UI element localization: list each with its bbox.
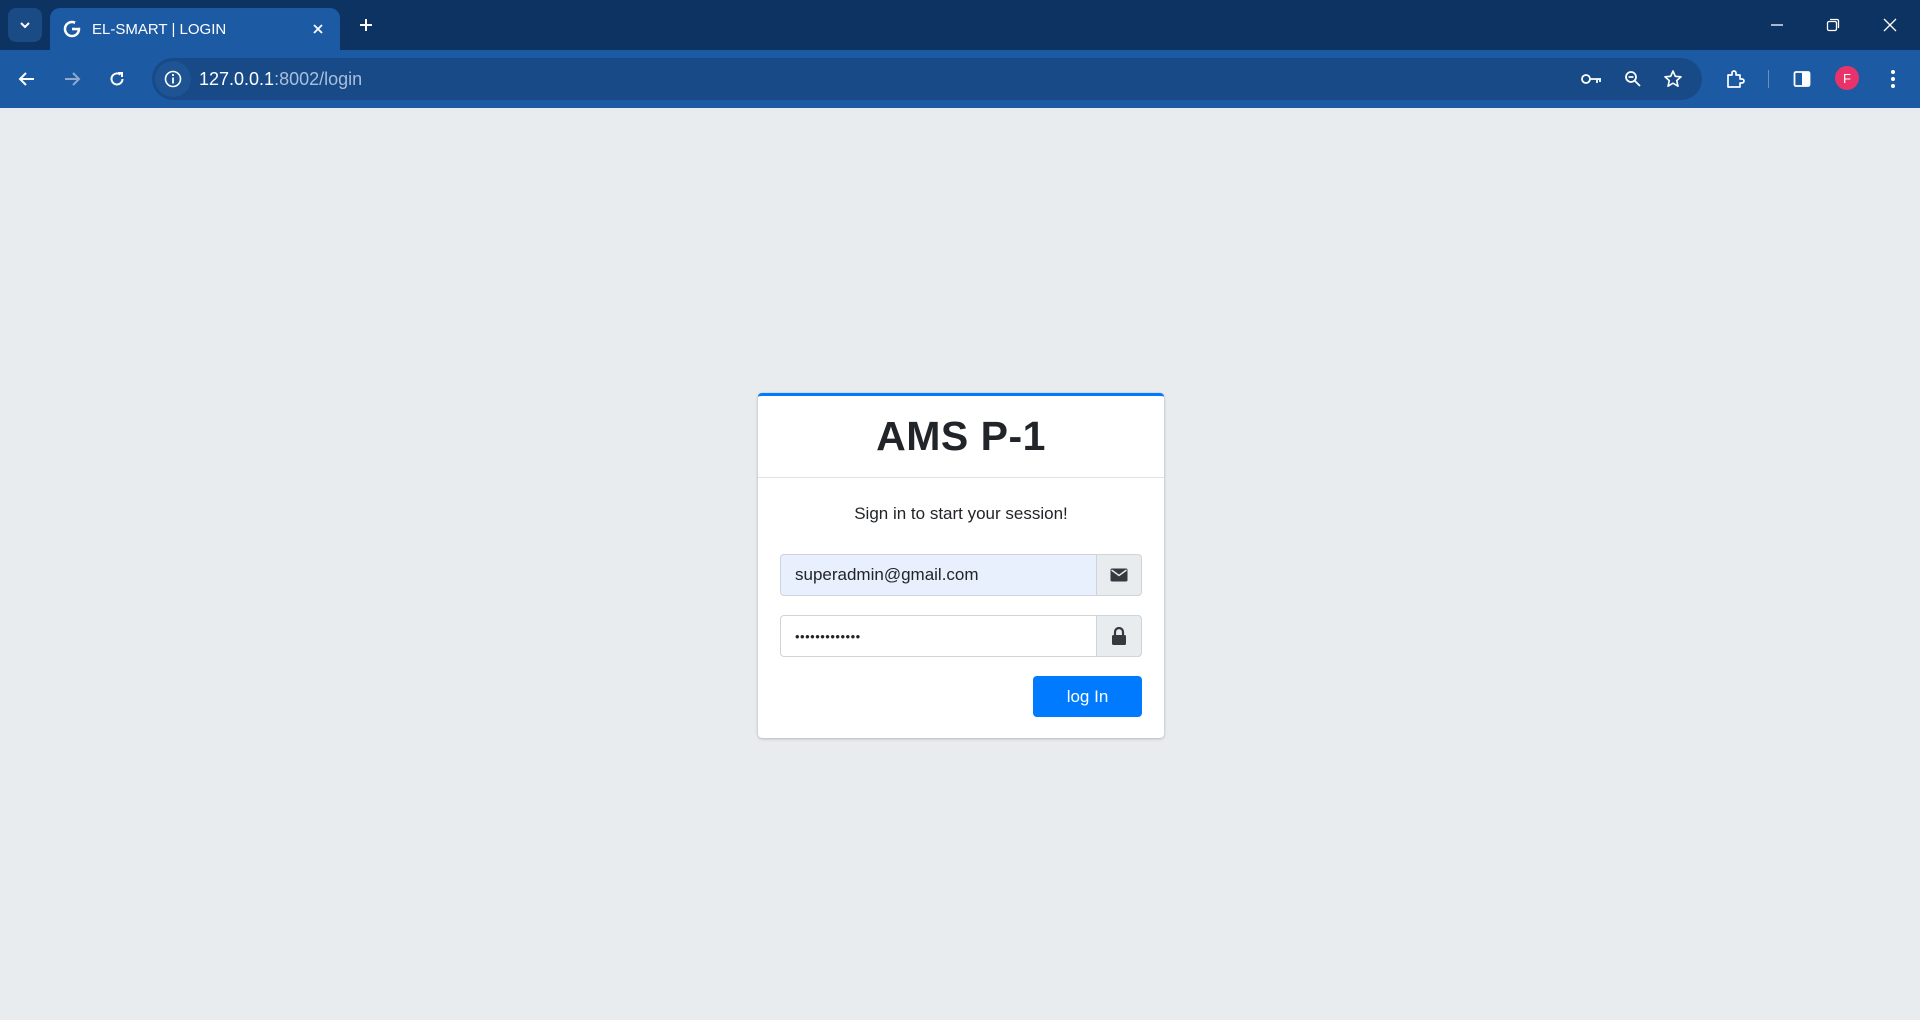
url-text[interactable]: 127.0.0.1:8002/login	[199, 69, 362, 90]
reload-icon	[110, 72, 124, 86]
browser-toolbar: 127.0.0.1:8002/login	[0, 50, 1920, 108]
extensions-button[interactable]	[1718, 62, 1752, 96]
minimize-button[interactable]	[1762, 10, 1792, 40]
back-button[interactable]	[10, 62, 44, 96]
minimize-icon	[1771, 24, 1783, 26]
password-input-group: •••••••••••••	[780, 615, 1142, 657]
more-vertical-icon	[1891, 70, 1895, 88]
email-input-group: superadmin@gmail.com	[780, 554, 1142, 596]
tab-title: EL-SMART | LOGIN	[92, 20, 227, 38]
browser-tab[interactable]: EL-SMART | LOGIN	[50, 8, 340, 50]
url-host: 127.0.0.1	[199, 68, 275, 89]
lock-icon	[1112, 627, 1126, 645]
puzzle-icon	[1727, 70, 1745, 88]
profile-avatar[interactable]: F	[1835, 66, 1859, 90]
zoom-icon[interactable]	[1616, 62, 1650, 96]
login-card: AMS P-1 Sign in to start your session! s…	[758, 393, 1164, 738]
side-panel-icon	[1793, 71, 1811, 87]
chevron-down-icon	[20, 22, 30, 29]
email-field[interactable]: superadmin@gmail.com	[780, 554, 1096, 596]
browser-menu-button[interactable]	[1876, 62, 1910, 96]
toolbar-separator	[1768, 70, 1769, 88]
restore-icon	[1826, 18, 1840, 32]
login-actions: log In	[780, 676, 1142, 717]
site-info-icon[interactable]	[155, 61, 191, 97]
reload-button[interactable]	[100, 62, 134, 96]
new-tab-button[interactable]	[352, 11, 380, 39]
arrow-right-icon	[65, 72, 81, 86]
url-path: :8002/login	[274, 68, 363, 89]
address-bar[interactable]: 127.0.0.1:8002/login	[152, 58, 1702, 100]
tab-close-icon[interactable]	[308, 19, 328, 39]
plus-icon	[360, 19, 372, 31]
tab-search-button[interactable]	[8, 8, 42, 42]
browser-tab-strip: EL-SMART | LOGIN	[0, 0, 1920, 50]
login-title: AMS P-1	[876, 413, 1046, 459]
login-message: Sign in to start your session!	[854, 504, 1068, 523]
side-panel-button[interactable]	[1785, 62, 1819, 96]
email-addon	[1096, 554, 1142, 596]
password-field[interactable]: •••••••••••••	[780, 615, 1096, 657]
site-favicon-icon	[62, 19, 82, 39]
password-key-icon[interactable]	[1575, 62, 1609, 96]
close-icon	[1883, 18, 1897, 32]
login-button[interactable]: log In	[1033, 676, 1142, 717]
login-card-body: Sign in to start your session! superadmi…	[758, 504, 1164, 717]
close-window-button[interactable]	[1875, 10, 1905, 40]
password-addon	[1096, 615, 1142, 657]
bookmark-star-icon[interactable]	[1656, 62, 1690, 96]
envelope-icon	[1110, 568, 1128, 582]
arrow-left-icon	[18, 72, 34, 86]
forward-button[interactable]	[55, 62, 89, 96]
login-card-header: AMS P-1	[758, 396, 1164, 478]
restore-button[interactable]	[1818, 10, 1848, 40]
